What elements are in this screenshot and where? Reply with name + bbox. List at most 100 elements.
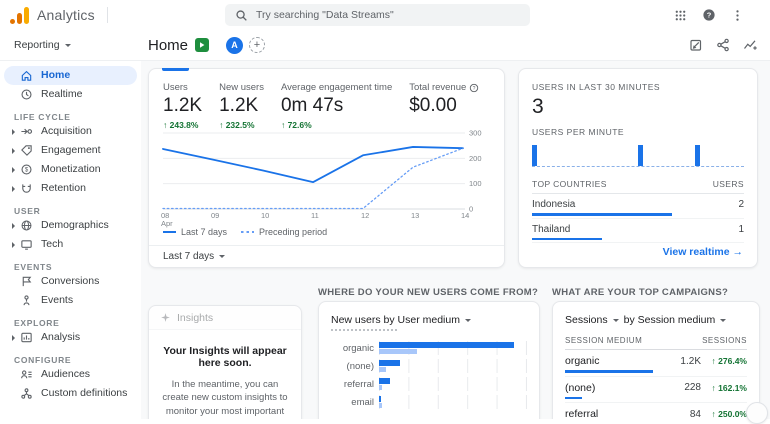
metric-label: Average engagement time [281, 82, 392, 93]
sidebar-section-header: LIFE CYCLE [0, 104, 141, 122]
per-minute-label: USERS PER MINUTE [532, 127, 744, 137]
view-realtime-link[interactable]: View realtime → [663, 246, 743, 258]
hbar-current-bar [379, 396, 381, 402]
clock-icon [20, 88, 33, 101]
apps-grid-icon[interactable] [674, 9, 687, 22]
sidebar-item-analysis[interactable]: Analysis [4, 328, 137, 347]
metric-label: Total revenue? [409, 82, 479, 93]
floating-button[interactable] [746, 402, 768, 424]
expand-arrow-icon[interactable] [9, 129, 18, 135]
metric-average-engagement-time[interactable]: Average engagement time0m 47s↑ 72.6% [281, 82, 392, 130]
country-line: Indonesia 2 [532, 199, 744, 210]
insights-card-header: Insights [149, 306, 301, 330]
sidebar-item-conversions[interactable]: Conversions [4, 272, 137, 291]
country-name: Indonesia [532, 199, 575, 210]
svg-text:200: 200 [469, 154, 482, 163]
hbar-plot [379, 341, 527, 355]
sidebar-section-header: CONFIGURE [0, 347, 141, 365]
session-line: (none)228↑ 162.1% [565, 382, 747, 394]
country-users: 2 [738, 199, 744, 210]
help-icon[interactable]: ? [702, 8, 716, 22]
session-row-none[interactable]: (none)228↑ 162.1% [565, 377, 747, 404]
metric-label: New users [219, 82, 264, 93]
hbar-current-bar [379, 378, 390, 384]
search-bar[interactable]: Try searching "Data Streams" [225, 4, 530, 26]
sidebar-item-custom-definitions[interactable]: Custom definitions [4, 384, 137, 403]
expand-arrow-icon[interactable] [9, 242, 18, 248]
custom-definitions-icon [20, 387, 33, 400]
sidebar-item-retention[interactable]: Retention [4, 179, 137, 198]
country-row[interactable]: Indonesia 2 [532, 194, 744, 219]
svg-text:11: 11 [311, 211, 319, 220]
metric-new-users[interactable]: New users1.2K↑ 232.5% [219, 82, 264, 130]
sessions-dimension-selector[interactable]: by Session medium [624, 314, 716, 326]
trend-legend: Last 7 daysPreceding period [163, 227, 327, 237]
engagement-icon [20, 144, 33, 157]
hbar-preceding-bar [379, 403, 382, 408]
countries-table: Indonesia 2 Thailand 1 [532, 194, 744, 243]
more-menu-icon[interactable] [731, 9, 744, 22]
sidebar-section-header: USER [0, 198, 141, 216]
expand-arrow-icon[interactable] [9, 148, 18, 154]
sidebar-item-realtime[interactable]: Realtime [4, 85, 137, 104]
sidebar-item-label: Demographics [41, 219, 109, 231]
session-row-organic[interactable]: organic1.2K↑ 276.4% [565, 350, 747, 377]
share-icon[interactable] [716, 38, 730, 52]
hbar-row-none: (none) [331, 359, 527, 373]
session-change: ↑ 162.1% [701, 383, 747, 393]
add-comparison-button[interactable]: + [249, 37, 265, 53]
realtime-user-count: 3 [532, 95, 744, 119]
session-line: referral84↑ 250.0% [565, 408, 747, 419]
users-tab-indicator[interactable] [162, 68, 189, 71]
sidebar-item-label: Events [41, 294, 73, 306]
session-bar [565, 397, 582, 400]
chevron-down-icon[interactable] [613, 319, 619, 322]
svg-text:12: 12 [361, 211, 369, 220]
audiences-icon [20, 368, 33, 381]
sidebar-item-home[interactable]: Home [4, 66, 137, 85]
expand-arrow-icon[interactable] [9, 223, 18, 229]
users-trend-chart: 010020030008Apr091011121314 [161, 127, 498, 229]
sidebar-item-events[interactable]: Events [4, 291, 137, 310]
sidebar-item-monetization[interactable]: $Monetization [4, 160, 137, 179]
insights-sparkle-icon [160, 312, 171, 323]
comparison-chip[interactable]: A [226, 37, 243, 54]
svg-text:100: 100 [469, 179, 482, 188]
session-bar-track [565, 370, 653, 373]
per-minute-bar [638, 145, 643, 166]
metric-total-revenue[interactable]: Total revenue?$0.00 [409, 82, 479, 130]
sidebar-item-engagement[interactable]: Engagement [4, 141, 137, 160]
sidebar-section-header: EVENTS [0, 254, 141, 272]
expand-arrow-icon[interactable] [9, 335, 18, 341]
nav-switcher[interactable]: Reporting [0, 39, 71, 51]
page-title: Home [148, 37, 188, 54]
date-range-selector[interactable]: Last 7 days [163, 251, 225, 262]
sidebar-item-tech[interactable]: Tech [4, 235, 137, 254]
brand[interactable]: Analytics [0, 7, 95, 24]
auto-insights-icon[interactable] [743, 38, 758, 52]
sidebar-item-demographics[interactable]: Demographics [4, 216, 137, 235]
monetization-icon: $ [20, 163, 33, 176]
new-users-dimension-selector[interactable]: New users by User medium [331, 314, 527, 326]
hbar-category-label: referral [331, 379, 379, 390]
country-users: 1 [738, 224, 744, 235]
metric-users[interactable]: Users1.2K↑ 243.8% [163, 82, 202, 130]
svg-text:13: 13 [411, 211, 419, 220]
sidebar-item-label: Audiences [41, 368, 90, 380]
new-users-question: WHERE DO YOUR NEW USERS COME FROM? [318, 287, 538, 298]
help-circle-icon[interactable]: ? [469, 83, 479, 93]
expand-arrow-icon[interactable] [9, 167, 18, 173]
chevron-down-icon[interactable] [720, 319, 726, 322]
sessions-metric-selector[interactable]: Sessions [565, 314, 608, 326]
country-row[interactable]: Thailand 1 [532, 219, 744, 244]
sidebar-item-audiences[interactable]: Audiences [4, 365, 137, 384]
expand-arrow-icon[interactable] [9, 186, 18, 192]
customize-report-icon[interactable] [689, 38, 703, 52]
app-name: Analytics [37, 7, 95, 23]
country-name: Thailand [532, 224, 570, 235]
session-row-referral[interactable]: referral84↑ 250.0% [565, 403, 747, 419]
demographics-icon [20, 219, 33, 232]
session-value: 84 [690, 409, 701, 420]
sidebar-item-acquisition[interactable]: Acquisition [4, 122, 137, 141]
acquisition-icon [20, 125, 33, 138]
